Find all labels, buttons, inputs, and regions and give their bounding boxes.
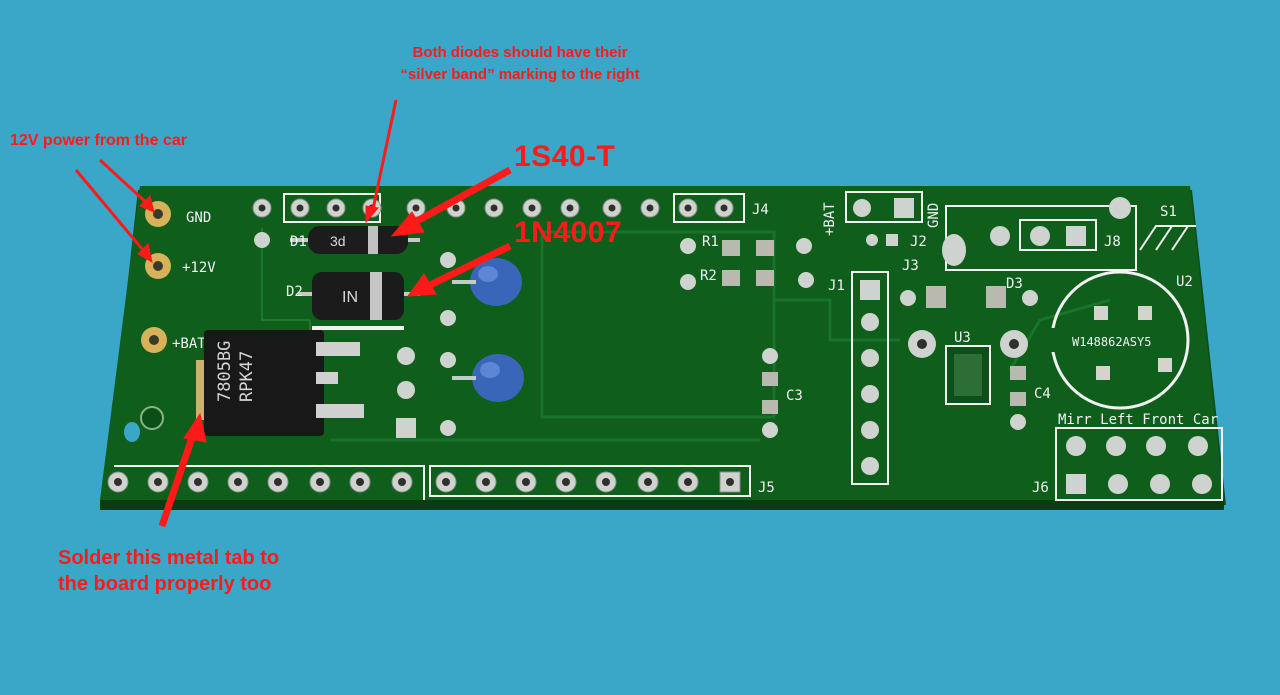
label-d3: D3 xyxy=(1006,276,1023,292)
label-s1: S1 xyxy=(1160,204,1177,220)
regulator-marking-line2: RPK47 xyxy=(237,351,257,402)
label-gnd-top: GND xyxy=(926,203,942,228)
diode1-part-label: 1S40-T xyxy=(514,140,616,173)
diode-orientation-note: Both diodes should have their “silver ba… xyxy=(400,44,640,83)
regulator-marking-line1: 7805BG xyxy=(215,341,235,402)
label-j8: J8 xyxy=(1104,234,1121,250)
label-c3: C3 xyxy=(786,388,803,404)
label-r1: R1 xyxy=(702,234,719,250)
power-source-note: 12V power from the car xyxy=(10,132,187,149)
label-j4: J4 xyxy=(752,202,769,218)
solder-tab-note: Solder this metal tab to the board prope… xyxy=(58,547,280,595)
d1-marking: 3d xyxy=(330,233,346,249)
label-c4: C4 xyxy=(1034,386,1051,402)
photo-scene: GND +12V +BAT J4 J5 3d D1 IN D2 7805BG R… xyxy=(0,0,1280,690)
pad-label-bat: +BAT xyxy=(172,336,206,352)
label-j3: J3 xyxy=(902,258,919,274)
label-d1: D1 xyxy=(290,234,307,250)
u2-marking: W148862ASY5 xyxy=(1072,335,1151,349)
arrow-power-gnd xyxy=(98,158,152,208)
label-r2: R2 xyxy=(700,268,717,284)
pad-label-gnd: GND xyxy=(186,210,211,226)
pad-label-12v: +12V xyxy=(182,260,216,276)
label-j6-description: Mirr Left Front Car xyxy=(1058,412,1218,428)
d2-marking: IN xyxy=(342,289,358,306)
label-j2: J2 xyxy=(910,234,927,250)
label-j6: J6 xyxy=(1032,480,1049,496)
label-u3: U3 xyxy=(954,330,971,346)
diode2-part-label: 1N4007 xyxy=(514,216,623,249)
label-u2: U2 xyxy=(1176,274,1193,290)
label-bat-top: +BAT xyxy=(822,202,838,236)
label-j5: J5 xyxy=(758,480,775,496)
label-d2: D2 xyxy=(286,284,303,300)
label-j1: J1 xyxy=(828,278,845,294)
